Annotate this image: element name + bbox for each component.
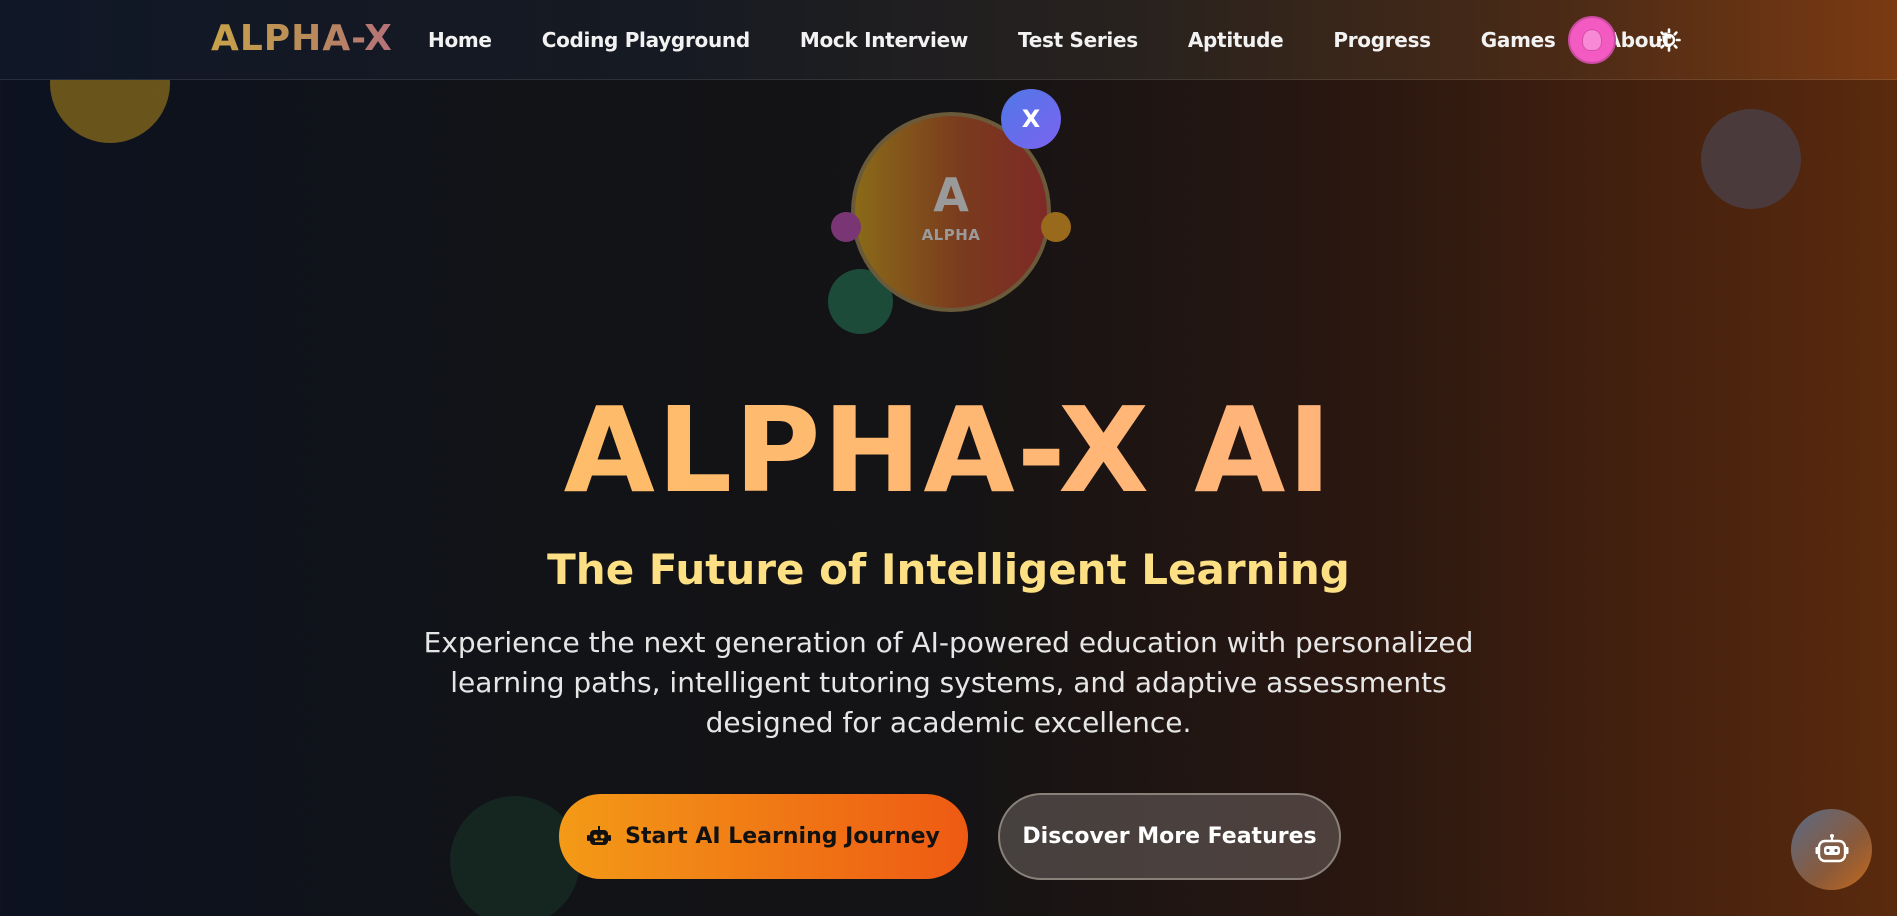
nav-item-aptitude[interactable]: Aptitude — [1188, 28, 1284, 52]
chatbot-button[interactable] — [1791, 809, 1872, 890]
nav-item-games[interactable]: Games — [1481, 28, 1556, 52]
sun-icon — [1657, 28, 1681, 52]
hero-description: Experience the next generation of AI-pow… — [423, 626, 1474, 739]
nav-item-test-series[interactable]: Test Series — [1018, 28, 1138, 52]
decor-circle-gray — [1701, 109, 1801, 209]
nav-item-coding-playground[interactable]: Coding Playground — [542, 28, 750, 52]
robot-icon — [587, 825, 612, 848]
nav-item-home[interactable]: Home — [428, 28, 492, 52]
discover-features-button[interactable]: Discover More Features — [998, 793, 1341, 880]
nav-item-mock-interview[interactable]: Mock Interview — [800, 28, 968, 52]
hero-subtitle: The Future of Intelligent Learning — [547, 545, 1350, 594]
user-avatar[interactable] — [1568, 16, 1616, 64]
user-avatar-icon — [1582, 29, 1602, 51]
brand-logo[interactable]: ALPHA-X — [211, 18, 393, 59]
orb-label: ALPHA — [921, 226, 981, 244]
hero-title: ALPHA-X AI — [0, 385, 1897, 515]
nav-item-progress[interactable]: Progress — [1333, 28, 1431, 52]
orb-x-badge: X — [1001, 89, 1061, 149]
start-learning-button[interactable]: Start AI Learning Journey — [559, 794, 968, 879]
orb-letter: A — [933, 168, 969, 222]
theme-toggle-button[interactable] — [1655, 26, 1683, 54]
nav-links: Home Coding Playground Mock Interview Te… — [428, 0, 1721, 80]
navbar: ALPHA-X Home Coding Playground Mock Inte… — [0, 0, 1897, 80]
start-learning-label: Start AI Learning Journey — [625, 824, 940, 849]
decor-circle-teal — [450, 796, 580, 916]
decor-dot-orange — [1041, 212, 1071, 242]
chatbot-icon — [1815, 833, 1848, 862]
decor-dot-pink — [831, 212, 861, 242]
